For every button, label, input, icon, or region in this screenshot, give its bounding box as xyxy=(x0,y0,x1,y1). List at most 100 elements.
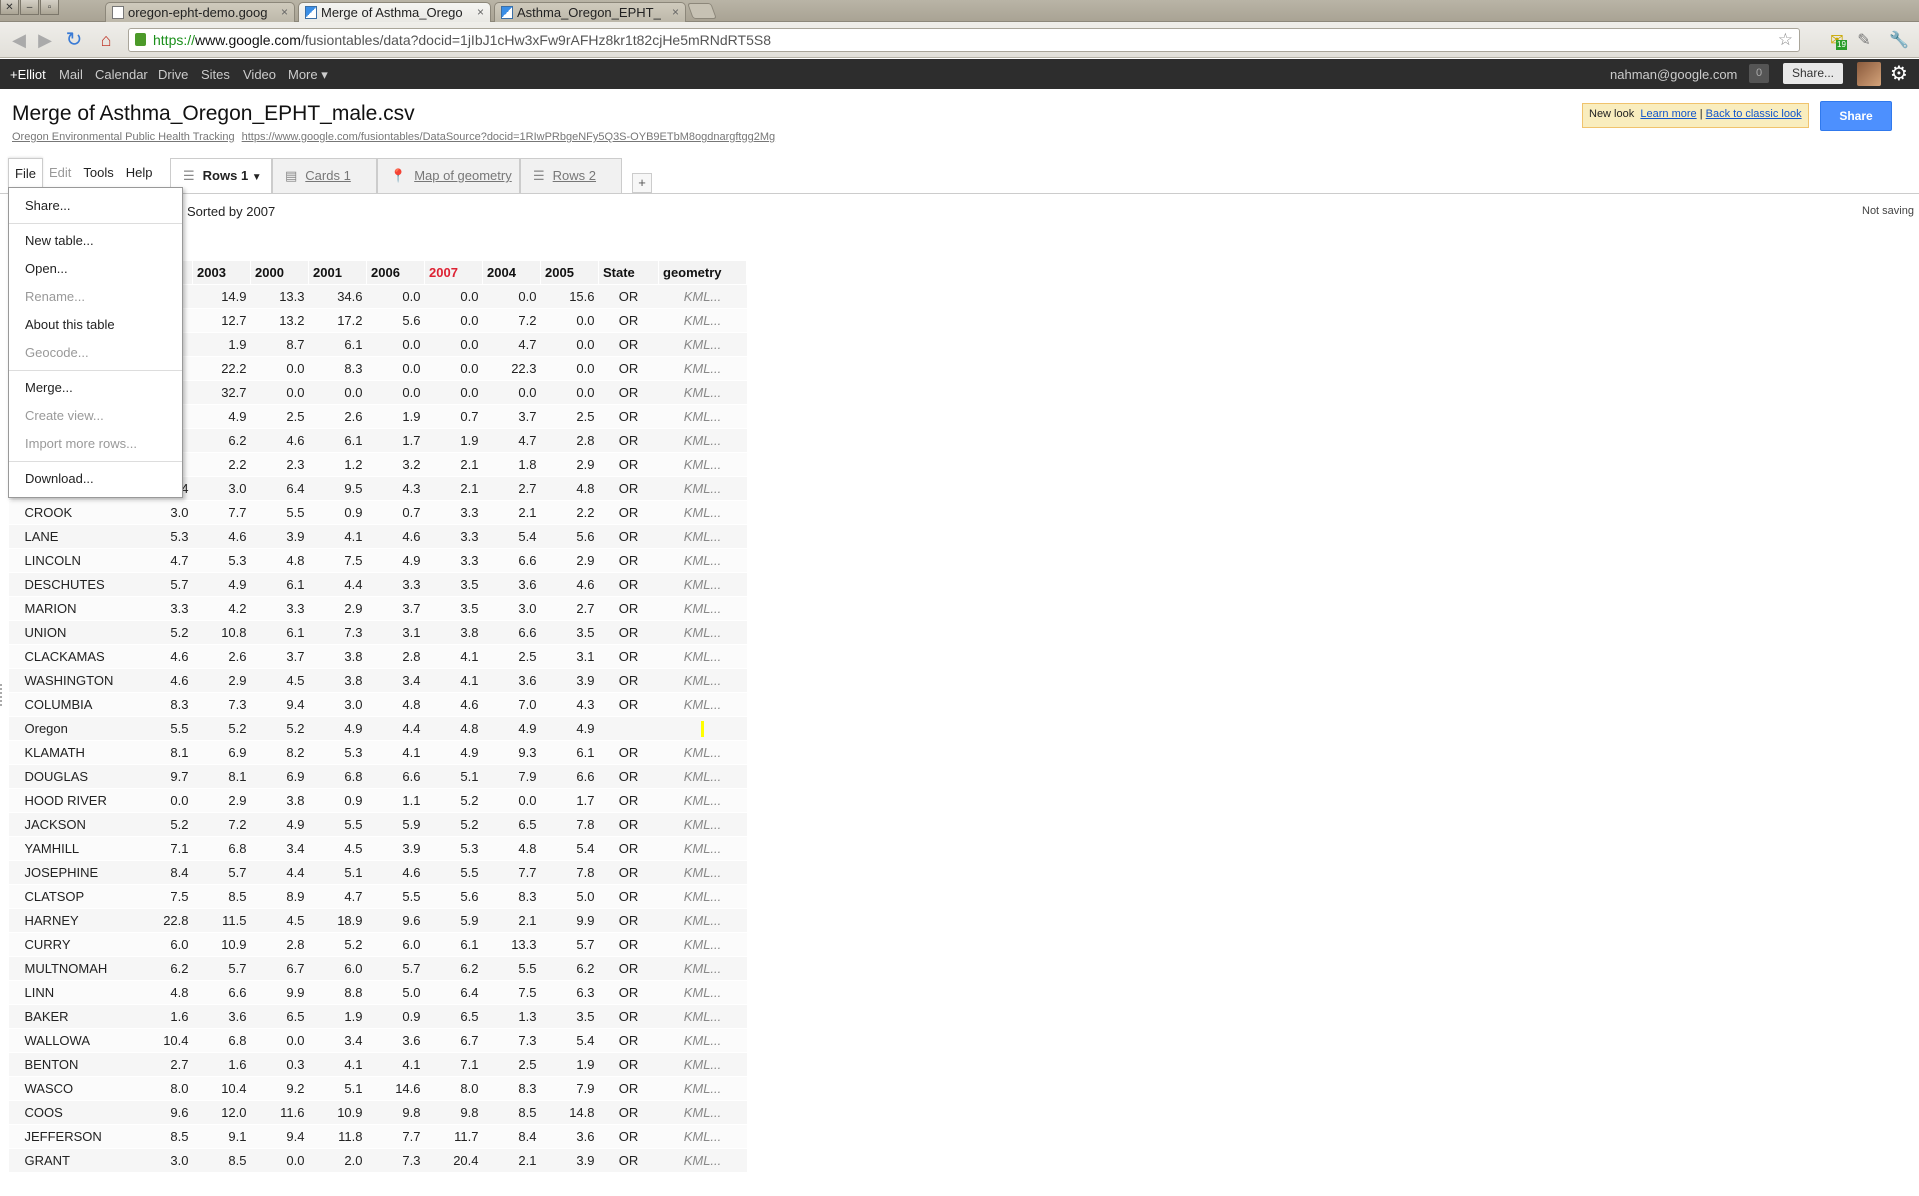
geometry-cell[interactable]: KML... xyxy=(658,1052,747,1077)
table-row[interactable]: CLACKAMAS 4.6 2.6 3.7 3.8 2.8 4.1 2.5 3.1 OR KML..… xyxy=(8,644,747,669)
tab-cards-1[interactable]: ▤ Cards 1 xyxy=(272,158,377,193)
gbar-calendar[interactable]: Calendar xyxy=(95,67,148,82)
extension-icon[interactable]: ✉19 xyxy=(1826,30,1848,52)
gbar-drive[interactable]: Drive xyxy=(158,67,188,82)
file-menu-item[interactable]: Open... xyxy=(9,255,182,283)
table-row[interactable]: WASHINGTON 4.6 2.9 4.5 3.8 3.4 4.1 3.6 3.9 OR KML.… xyxy=(8,668,747,693)
geometry-cell[interactable]: KML... xyxy=(658,356,747,381)
geometry-cell[interactable]: KML... xyxy=(658,1100,747,1125)
table-row[interactable]: CURRY 6.0 10.9 2.8 5.2 6.0 6.1 13.3 5.7 OR KML... xyxy=(8,932,747,957)
table-row[interactable]: WALLOWA 10.4 6.8 0.0 3.4 3.6 6.7 7.3 5.4 OR KML... xyxy=(8,1028,747,1053)
geometry-cell[interactable]: KML... xyxy=(658,1028,747,1053)
table-row[interactable]: LINN 4.8 6.6 9.9 8.8 5.0 6.4 7.5 6.3 OR KML... xyxy=(8,980,747,1005)
geometry-cell[interactable]: KML... xyxy=(658,692,747,717)
table-row[interactable]: MULTNOMAH 6.2 5.7 6.7 6.0 5.7 6.2 5.5 6.2 OR KML..… xyxy=(8,956,747,981)
window-close-icon[interactable]: ✕ xyxy=(0,0,19,15)
geometry-cell[interactable]: KML... xyxy=(658,956,747,981)
menu-file[interactable]: File xyxy=(8,158,43,188)
geometry-cell[interactable]: KML... xyxy=(658,596,747,621)
address-bar[interactable]: https://www.google.com/fusiontables/data… xyxy=(128,28,1800,52)
table-row[interactable]: LANE 5.3 4.6 3.9 4.1 4.6 3.3 5.4 5.6 OR KML... xyxy=(8,524,747,549)
geometry-cell[interactable]: KML... xyxy=(658,836,747,861)
share-button[interactable]: Share xyxy=(1820,101,1892,131)
gbar-mail[interactable]: Mail xyxy=(59,67,83,82)
gbar-plus-profile[interactable]: +Elliot xyxy=(10,67,46,82)
table-row[interactable]: DOUGLAS 9.7 8.1 6.9 6.8 6.6 5.1 7.9 6.6 OR KML... xyxy=(8,764,747,789)
classic-look-link[interactable]: Back to classic look xyxy=(1706,108,1802,120)
geometry-cell[interactable]: KML... xyxy=(658,884,747,909)
table-row[interactable]: DESCHUTES 5.7 4.9 6.1 4.4 3.3 3.5 3.6 4.6 OR KML..… xyxy=(8,572,747,597)
column-header[interactable]: geometry xyxy=(658,260,747,285)
column-header[interactable]: State xyxy=(598,260,659,285)
geometry-cell[interactable]: KML... xyxy=(658,404,747,429)
geometry-cell[interactable]: KML... xyxy=(658,428,747,453)
geometry-cell[interactable]: KML... xyxy=(658,476,747,501)
notification-count[interactable]: 0 xyxy=(1749,64,1769,83)
tab-rows-2[interactable]: ☰ Rows 2 xyxy=(520,158,622,193)
geometry-cell[interactable]: KML... xyxy=(658,1076,747,1101)
geometry-cell[interactable]: KML... xyxy=(658,452,747,477)
geometry-cell[interactable]: KML... xyxy=(658,980,747,1005)
geometry-cell[interactable]: KML... xyxy=(658,572,747,597)
table-row[interactable]: BAKER 1.6 3.6 6.5 1.9 0.9 6.5 1.3 3.5 OR KML... xyxy=(8,1004,747,1029)
geometry-cell[interactable]: KML... xyxy=(658,500,747,525)
column-header[interactable]: 2003 xyxy=(192,260,251,285)
menu-tools[interactable]: Tools xyxy=(77,158,119,188)
table-row[interactable]: JOSEPHINE 8.4 5.7 4.4 5.1 4.6 5.5 7.7 7.8 OR KML..… xyxy=(8,860,747,885)
column-header[interactable]: 2000 xyxy=(250,260,309,285)
geometry-cell[interactable]: KML... xyxy=(658,1148,747,1173)
geometry-cell[interactable]: KML... xyxy=(658,908,747,933)
tab-close-icon[interactable]: × xyxy=(672,3,679,22)
file-menu-item[interactable]: About this table xyxy=(9,311,182,339)
attribution-link[interactable]: Oregon Environmental Public Health Track… xyxy=(12,131,235,143)
tab-rows-1[interactable]: ☰ Rows 1 ▼ xyxy=(170,158,272,194)
geometry-cell[interactable]: KML... xyxy=(658,524,747,549)
geometry-cell[interactable]: KML... xyxy=(658,764,747,789)
table-row[interactable]: WASCO 8.0 10.4 9.2 5.1 14.6 8.0 8.3 7.9 OR KML... xyxy=(8,1076,747,1101)
geometry-cell[interactable]: KML... xyxy=(658,740,747,765)
browser-tab-1[interactable]: oregon-epht-demo.goog × xyxy=(105,2,295,22)
table-row[interactable]: MARION 3.3 4.2 3.3 2.9 3.7 3.5 3.0 2.7 OR KML... xyxy=(8,596,747,621)
geometry-cell[interactable]: KML... xyxy=(658,788,747,813)
table-row[interactable]: COOS 9.6 12.0 11.6 10.9 9.8 9.8 8.5 14.8 OR KML... xyxy=(8,1100,747,1125)
window-maximize-icon[interactable]: ▫ xyxy=(40,0,59,15)
wrench-icon[interactable]: 🔧 xyxy=(1888,30,1910,52)
table-row[interactable]: Oregon 5.5 5.2 5.2 4.9 4.4 4.8 4.9 4.9 xyxy=(8,716,747,741)
geometry-cell[interactable]: KML... xyxy=(658,620,747,645)
geometry-cell[interactable]: KML... xyxy=(658,644,747,669)
browser-tab-2[interactable]: Merge of Asthma_Orego × xyxy=(298,2,491,22)
geometry-cell[interactable]: KML... xyxy=(658,1124,747,1149)
file-menu-item[interactable]: Download... xyxy=(9,465,182,493)
table-row[interactable]: BENTON 2.7 1.6 0.3 4.1 4.1 7.1 2.5 1.9 OR KML... xyxy=(8,1052,747,1077)
geometry-cell[interactable]: KML... xyxy=(658,812,747,837)
tab-map-of-geometry[interactable]: 📍 Map of geometry xyxy=(377,158,520,193)
geometry-cell[interactable]: KML... xyxy=(658,860,747,885)
gear-icon[interactable]: ⚙ xyxy=(1890,62,1908,86)
column-header[interactable]: 2005 xyxy=(540,260,599,285)
table-row[interactable]: HARNEY 22.8 11.5 4.5 18.9 9.6 5.9 2.1 9.9 OR KML..… xyxy=(8,908,747,933)
geometry-cell[interactable]: KML... xyxy=(658,332,747,357)
table-row[interactable]: YAMHILL 7.1 6.8 3.4 4.5 3.9 5.3 4.8 5.4 OR KML... xyxy=(8,836,747,861)
geometry-cell[interactable]: KML... xyxy=(658,308,747,333)
table-row[interactable]: JACKSON 5.2 7.2 4.9 5.5 5.9 5.2 6.5 7.8 OR KML... xyxy=(8,812,747,837)
table-row[interactable]: CLATSOP 7.5 8.5 8.9 4.7 5.5 5.6 8.3 5.0 OR KML... xyxy=(8,884,747,909)
geometry-cell[interactable] xyxy=(658,716,747,741)
table-row[interactable]: UNION 5.2 10.8 6.1 7.3 3.1 3.8 6.6 3.5 OR KML... xyxy=(8,620,747,645)
add-tab-button[interactable]: + xyxy=(632,173,652,193)
file-menu-item[interactable]: Merge... xyxy=(9,374,182,402)
browser-tab-3[interactable]: Asthma_Oregon_EPHT_ × xyxy=(494,2,686,22)
tab-close-icon[interactable]: × xyxy=(281,3,288,22)
eyedropper-icon[interactable]: ✎ xyxy=(1853,30,1875,52)
reload-icon[interactable]: ↻ xyxy=(63,30,85,50)
panel-resize-handle[interactable] xyxy=(0,684,5,706)
back-arrow-icon[interactable]: ◀ xyxy=(8,30,30,50)
window-minimize-icon[interactable]: – xyxy=(20,0,39,15)
tab-close-icon[interactable]: × xyxy=(477,3,484,22)
file-menu-item[interactable]: New table... xyxy=(9,227,182,255)
gbar-more[interactable]: More ▾ xyxy=(288,67,328,83)
file-menu-item[interactable]: Share... xyxy=(9,192,182,220)
home-icon[interactable]: ⌂ xyxy=(95,30,117,50)
table-row[interactable]: GRANT 3.0 8.5 0.0 2.0 7.3 20.4 2.1 3.9 OR KML... xyxy=(8,1148,747,1173)
column-header[interactable]: 2006 xyxy=(366,260,425,285)
new-tab-button[interactable] xyxy=(687,3,717,19)
